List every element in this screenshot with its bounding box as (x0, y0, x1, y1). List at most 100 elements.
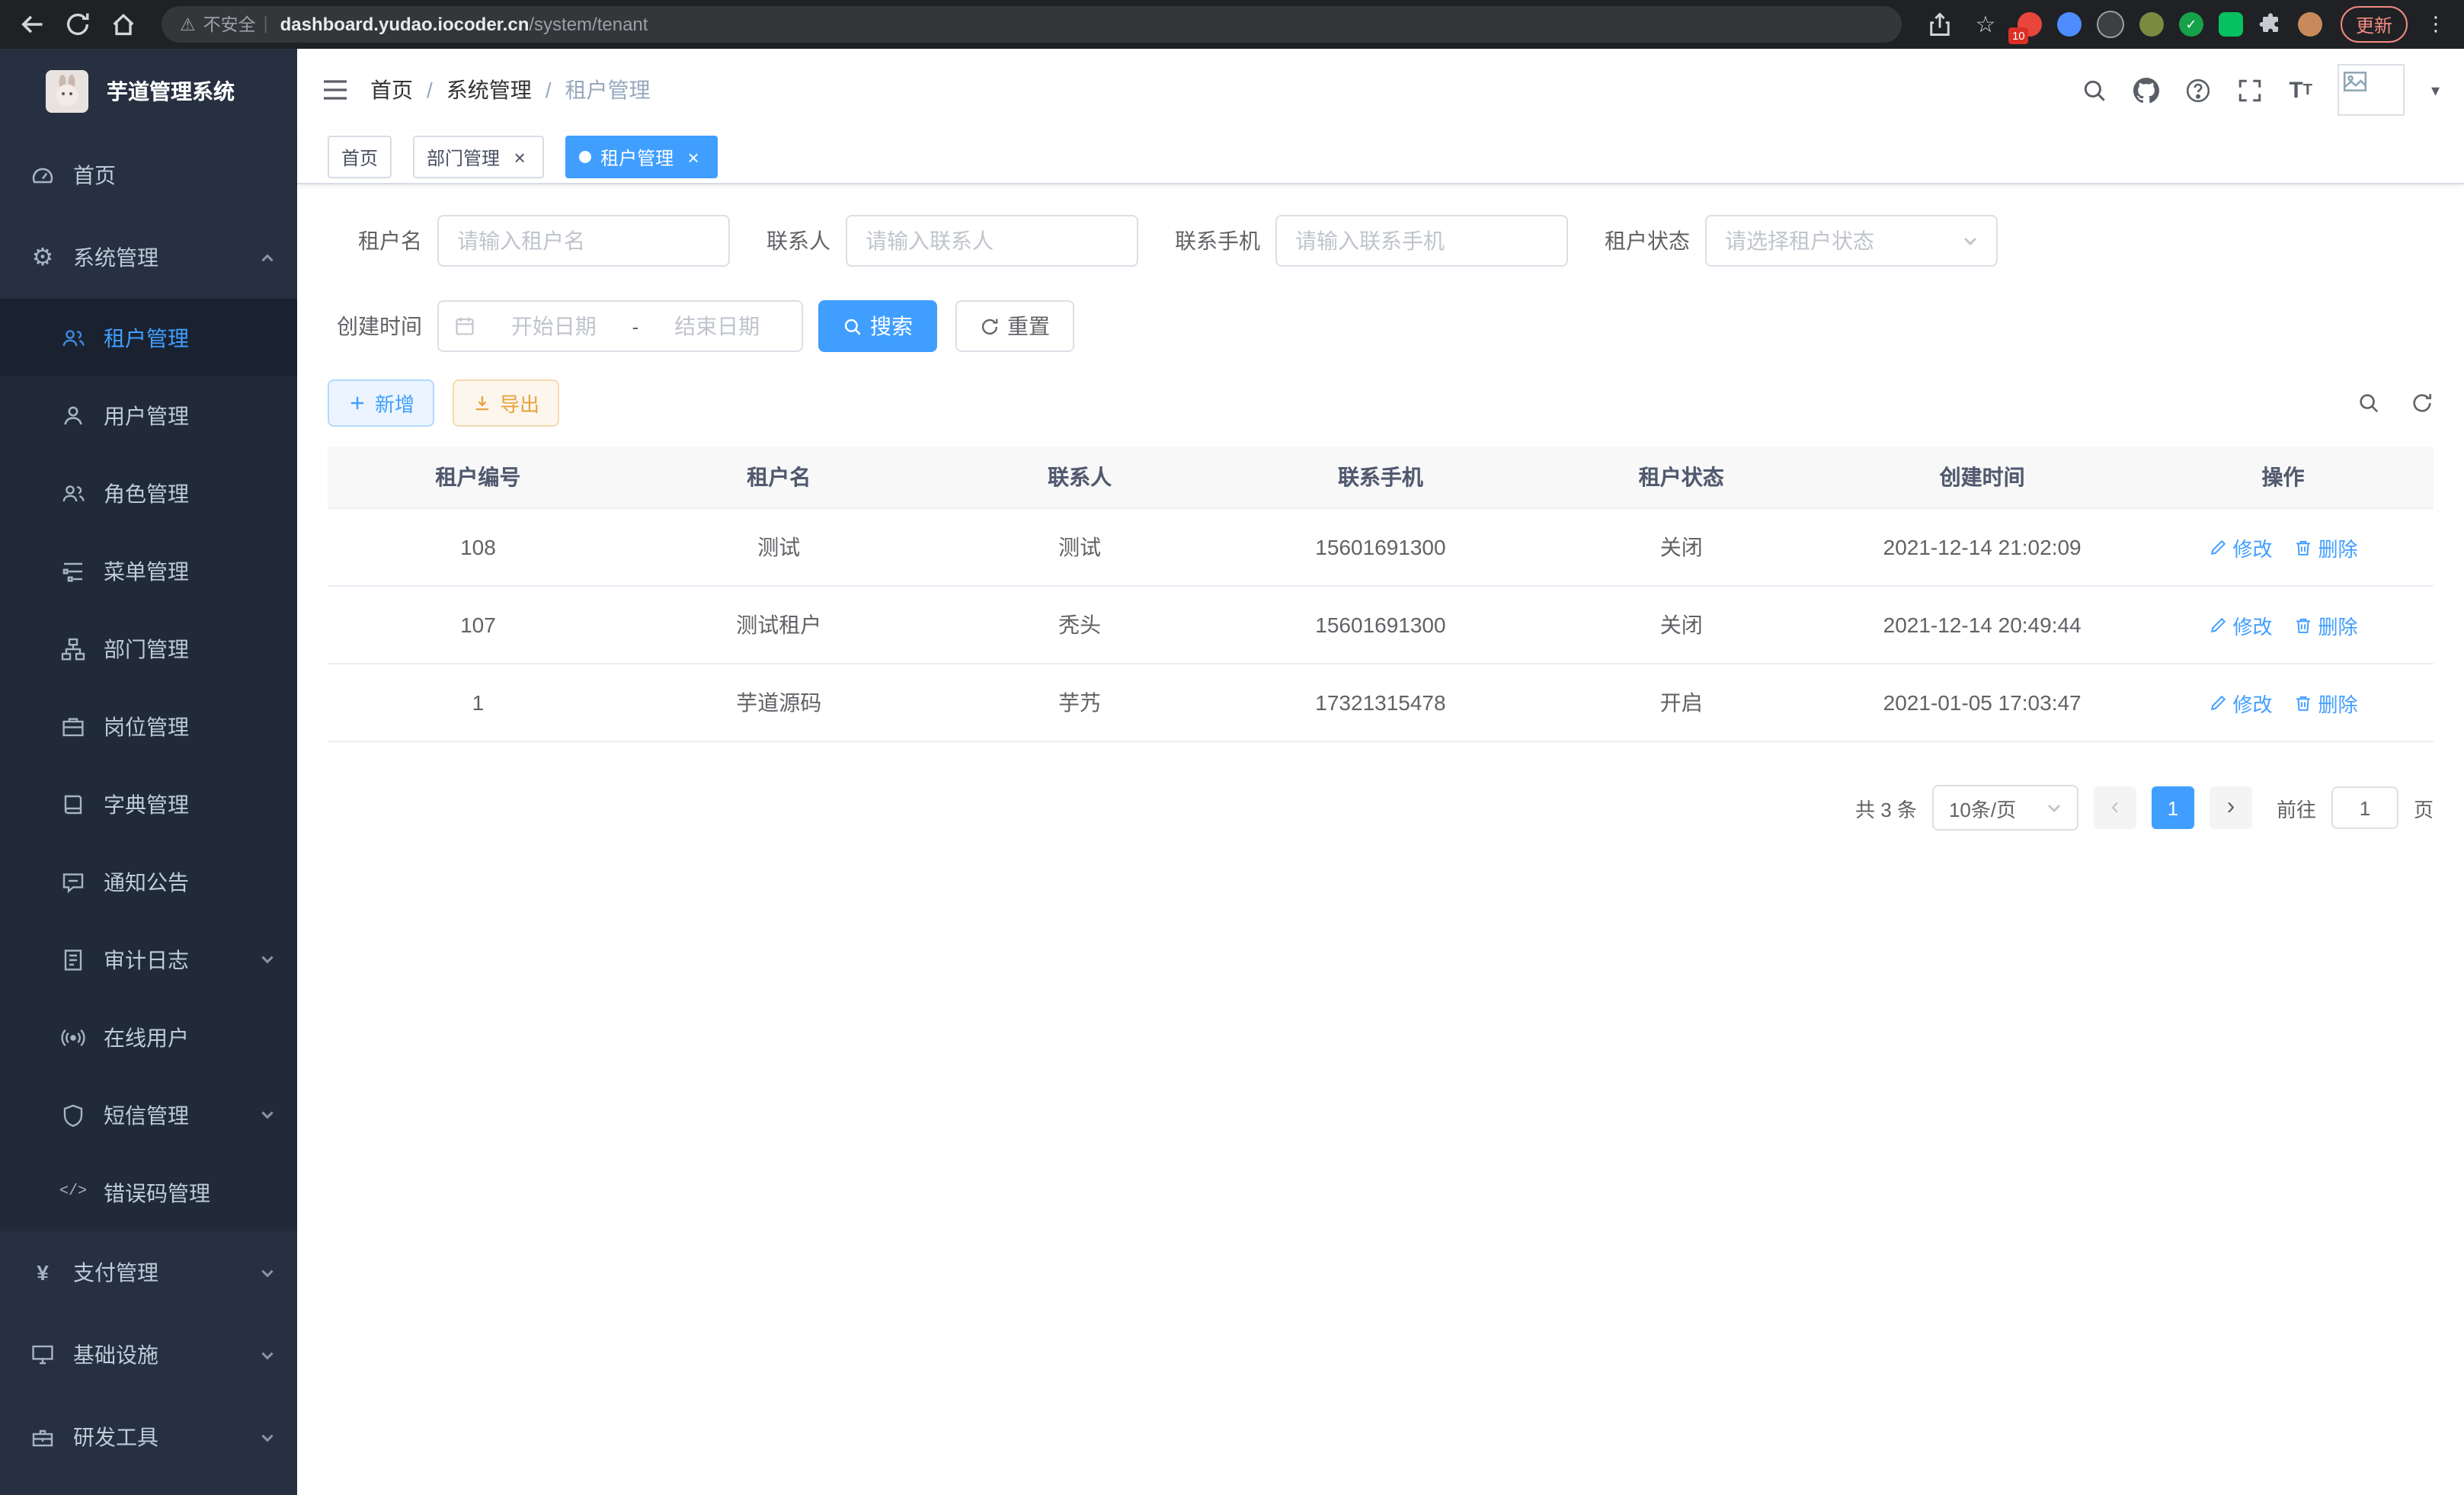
table-row: 107 测试租户 秃头 15601691300 关闭 2021-12-14 20… (328, 586, 2434, 664)
status-select[interactable]: 请选择租户状态 (1705, 215, 1998, 267)
system-submenu: 租户管理 用户管理 角色管理 (0, 299, 297, 1231)
sidebar-item-audit-log[interactable]: 审计日志 (0, 920, 297, 998)
sidebar-item-dict-management[interactable]: 字典管理 (0, 765, 297, 843)
back-icon[interactable] (18, 11, 46, 38)
extensions-puzzle-icon[interactable] (2258, 12, 2283, 37)
sidebar-item-infrastructure[interactable]: 基础设施 (0, 1314, 297, 1396)
date-start-placeholder[interactable]: 开始日期 (485, 311, 623, 341)
breadcrumb-home[interactable]: 首页 (370, 75, 413, 105)
cell-contact: 秃头 (930, 586, 1230, 664)
tags-view: 首页 部门管理 × 租户管理 × (297, 131, 2464, 184)
sidebar-item-dept-management[interactable]: 部门管理 (0, 610, 297, 687)
edit-button[interactable]: 修改 (2209, 533, 2273, 562)
sidebar-item-notice[interactable]: 通知公告 (0, 843, 297, 920)
sidebar-item-tenant-management[interactable]: 租户管理 (0, 299, 297, 376)
dict-icon (61, 792, 85, 816)
date-end-placeholder[interactable]: 结束日期 (648, 311, 786, 341)
browser-toolbar: ⚠ 不安全 | dashboard.yudao.iocoder.cn/syste… (0, 0, 2464, 49)
goto-label: 前往 (2277, 793, 2316, 822)
add-button[interactable]: 新增 (328, 379, 434, 427)
goto-page-input[interactable] (2331, 786, 2398, 829)
tenant-name-label: 租户名 (328, 226, 437, 256)
cell-id: 107 (328, 586, 629, 664)
breadcrumb-system[interactable]: 系统管理 (446, 75, 532, 105)
browser-update-button[interactable]: 更新 (2341, 6, 2408, 43)
refresh-icon[interactable] (2411, 392, 2434, 415)
extension-icon-blue[interactable] (2057, 12, 2082, 37)
tenant-name-input[interactable] (437, 215, 730, 267)
extension-icon-green-square[interactable] (2219, 12, 2243, 37)
delete-button[interactable]: 删除 (2294, 688, 2358, 717)
home-icon[interactable] (110, 11, 137, 38)
reset-button[interactable]: 重置 (955, 300, 1074, 352)
filter-contact: 联系人 (766, 215, 1138, 267)
font-size-icon[interactable]: TT (2289, 77, 2312, 103)
extension-icon-dark[interactable] (2097, 11, 2124, 38)
url-host: dashboard.yudao.iocoder.cn (280, 14, 530, 35)
filter-phone: 联系手机 (1175, 215, 1568, 267)
sidebar-toggle-icon[interactable] (322, 78, 349, 102)
bookmark-star-icon[interactable]: ☆ (1972, 11, 1999, 38)
browser-menu-icon[interactable]: ⋮ (2426, 12, 2446, 37)
tab-home[interactable]: 首页 (328, 136, 392, 178)
sidebar-item-user-management[interactable]: 用户管理 (0, 376, 297, 454)
online-icon (61, 1025, 85, 1049)
extension-icon-olive[interactable] (2139, 12, 2164, 37)
help-icon[interactable] (2185, 77, 2211, 103)
fullscreen-icon[interactable] (2237, 77, 2263, 103)
extension-icon-red[interactable]: 10 (2018, 12, 2042, 37)
security-chip[interactable]: ⚠ 不安全 | (180, 12, 268, 37)
url-text: dashboard.yudao.iocoder.cn/system/tenant (280, 14, 648, 35)
sidebar-item-online-users[interactable]: 在线用户 (0, 998, 297, 1076)
delete-button[interactable]: 删除 (2294, 533, 2358, 562)
money-icon: ¥ (30, 1260, 55, 1285)
sidebar-item-home[interactable]: 首页 (0, 134, 297, 216)
address-bar[interactable]: ⚠ 不安全 | dashboard.yudao.iocoder.cn/syste… (162, 6, 1902, 43)
edit-button[interactable]: 修改 (2209, 610, 2273, 639)
hide-search-icon[interactable] (2357, 392, 2380, 415)
contact-input[interactable] (846, 215, 1138, 267)
cell-actions: 修改 删除 (2133, 586, 2434, 664)
phone-input[interactable] (1275, 215, 1568, 267)
prev-page-button[interactable]: ‹ (2094, 786, 2136, 829)
share-icon[interactable] (1926, 11, 1954, 38)
close-icon[interactable]: × (683, 146, 704, 168)
export-button[interactable]: 导出 (453, 379, 559, 427)
close-icon[interactable]: × (509, 146, 530, 168)
avatar-caret-icon[interactable]: ▾ (2431, 80, 2440, 100)
sidebar-item-post-management[interactable]: 岗位管理 (0, 687, 297, 765)
briefcase-icon (61, 714, 85, 738)
sidebar-item-menu-management[interactable]: 菜单管理 (0, 532, 297, 610)
page-number-1[interactable]: 1 (2152, 786, 2194, 829)
user-icon (61, 403, 85, 427)
search-icon[interactable] (2082, 77, 2107, 103)
sidebar-item-role-management[interactable]: 角色管理 (0, 454, 297, 532)
sidebar-item-sms-management[interactable]: 短信管理 (0, 1076, 297, 1154)
sidebar-item-payment[interactable]: ¥ 支付管理 (0, 1231, 297, 1314)
tab-dept-management[interactable]: 部门管理 × (413, 136, 544, 178)
reload-icon[interactable] (64, 11, 91, 38)
delete-button[interactable]: 删除 (2294, 610, 2358, 639)
page-size-select[interactable]: 10条/页 (1932, 785, 2078, 831)
edit-button[interactable]: 修改 (2209, 688, 2273, 717)
cell-status: 开启 (1531, 664, 1832, 741)
search-button[interactable]: 搜索 (818, 300, 937, 352)
github-icon[interactable] (2133, 77, 2159, 103)
sidebar-item-error-code-management[interactable]: </> 错误码管理 (0, 1154, 297, 1231)
next-page-button[interactable]: › (2210, 786, 2252, 829)
date-range-picker[interactable]: 开始日期 - 结束日期 (437, 300, 803, 352)
header-created-at: 创建时间 (1832, 447, 2133, 508)
sidebar-item-dev-tools[interactable]: 研发工具 (0, 1396, 297, 1478)
app-logo[interactable]: 芋道管理系统 (0, 49, 297, 134)
user-avatar[interactable] (2338, 64, 2405, 116)
extension-icon-green-check[interactable]: ✓ (2179, 12, 2203, 37)
sidebar-item-system-management[interactable]: ⚙ 系统管理 (0, 216, 297, 299)
message-icon (61, 869, 85, 894)
tab-tenant-management[interactable]: 租户管理 × (565, 136, 718, 178)
cell-name: 测试租户 (629, 586, 930, 664)
tree-icon (61, 636, 85, 661)
profile-avatar-icon[interactable] (2298, 12, 2322, 37)
app-title: 芋道管理系统 (107, 76, 235, 107)
toolbox-icon (30, 1425, 55, 1449)
pagination: 共 3 条 10条/页 ‹ 1 › 前往 页 (328, 785, 2434, 831)
